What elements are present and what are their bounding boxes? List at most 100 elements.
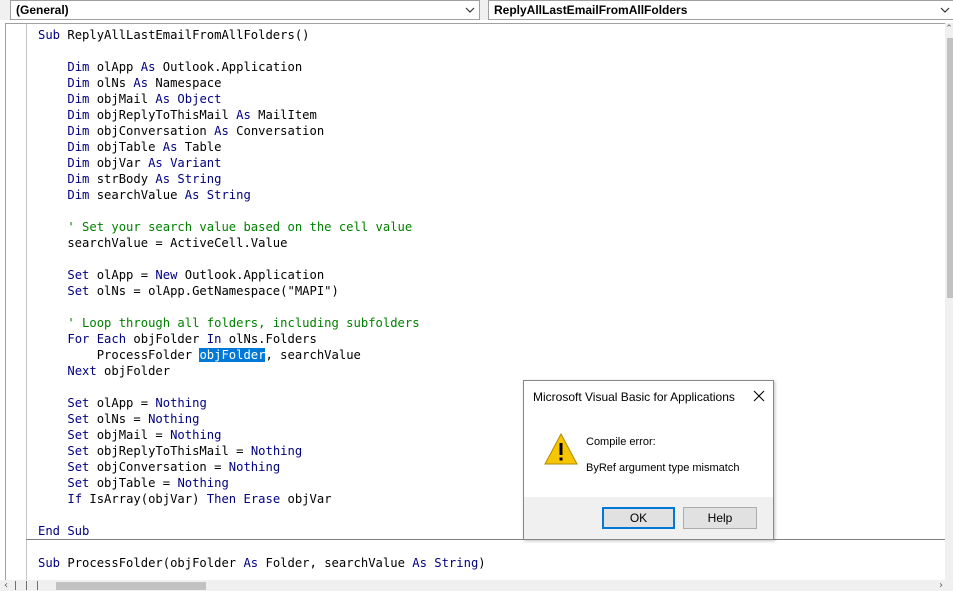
procedure-toolbar: (General) ReplyAllLastEmailFromAllFolder… bbox=[0, 0, 953, 20]
code-line[interactable]: ProcessFolder objFolder, searchValue bbox=[38, 347, 486, 363]
code-line[interactable]: Next objFolder bbox=[38, 363, 486, 379]
code-line[interactable]: Dim objConversation As Conversation bbox=[38, 123, 486, 139]
horizontal-scrollbar[interactable]: ‹ › bbox=[0, 580, 953, 591]
code-token: Set bbox=[67, 412, 90, 426]
code-line[interactable]: End Sub bbox=[38, 523, 486, 539]
code-line[interactable]: Dim objVar As Variant bbox=[38, 155, 486, 171]
code-line[interactable] bbox=[38, 507, 486, 523]
scroll-up-icon[interactable]: ⌃ bbox=[945, 24, 953, 34]
code-line[interactable]: ' Set your search value based on the cel… bbox=[38, 219, 486, 235]
code-line[interactable] bbox=[38, 43, 486, 59]
code-line[interactable]: Dim objMail As Object bbox=[38, 91, 486, 107]
code-token: objConversation bbox=[89, 124, 215, 138]
code-line[interactable]: Dim objTable As Table bbox=[38, 139, 486, 155]
vertical-scrollbar[interactable]: ⌃ bbox=[945, 23, 953, 580]
code-line[interactable] bbox=[38, 203, 486, 219]
code-line[interactable]: For Each objFolder In olNs.Folders bbox=[38, 331, 486, 347]
code-token: Set bbox=[67, 428, 90, 442]
code-line[interactable]: Sub ReplyAllLastEmailFromAllFolders() bbox=[38, 27, 486, 43]
code-line[interactable]: Dim olNs As Namespace bbox=[38, 75, 486, 91]
code-line[interactable]: If IsArray(objVar) Then Erase objVar bbox=[38, 491, 486, 507]
scroll-right-icon[interactable]: › bbox=[939, 580, 943, 591]
code-text[interactable]: Sub ReplyAllLastEmailFromAllFolders() Di… bbox=[38, 27, 486, 571]
code-line[interactable]: Set olApp = New Outlook.Application bbox=[38, 267, 486, 283]
code-token: For Each bbox=[67, 332, 127, 346]
code-line[interactable]: Dim objReplyToThisMail As MailItem bbox=[38, 107, 486, 123]
code-token: objFolder bbox=[96, 364, 171, 378]
code-line[interactable]: Dim olApp As Outlook.Application bbox=[38, 59, 486, 75]
code-editor[interactable]: Sub ReplyAllLastEmailFromAllFolders() Di… bbox=[5, 23, 946, 581]
compile-error-dialog: Microsoft Visual Basic for Applications … bbox=[523, 380, 774, 540]
help-button[interactable]: Help bbox=[683, 507, 757, 529]
code-line[interactable]: Dim strBody As String bbox=[38, 171, 486, 187]
code-token: Dim bbox=[67, 124, 90, 138]
scroll-left-icon[interactable]: ‹ bbox=[4, 580, 8, 591]
procedure-view-icon[interactable] bbox=[15, 581, 24, 590]
code-token: ) bbox=[478, 556, 486, 570]
chevron-down-icon[interactable] bbox=[939, 3, 951, 17]
code-token: As bbox=[140, 60, 156, 74]
code-token: Sub bbox=[38, 28, 68, 42]
code-line[interactable]: Dim searchValue As String bbox=[38, 187, 486, 203]
ok-button[interactable]: OK bbox=[602, 507, 675, 529]
code-token: objTable bbox=[89, 140, 163, 154]
margin-indicator-bar[interactable] bbox=[6, 24, 27, 581]
error-message: ByRef argument type mismatch bbox=[586, 462, 740, 474]
code-token: As bbox=[236, 108, 251, 122]
code-token: Conversation bbox=[228, 124, 325, 138]
code-token: ' Loop through all folders, including su… bbox=[67, 316, 420, 330]
code-token: As String bbox=[184, 188, 251, 202]
code-token: , searchValue bbox=[265, 348, 361, 362]
full-module-view-icon[interactable] bbox=[26, 581, 38, 590]
procedure-combo-value: ReplyAllLastEmailFromAllFolders bbox=[494, 3, 688, 17]
code-line[interactable] bbox=[38, 379, 486, 395]
code-token: Nothing bbox=[155, 396, 207, 410]
code-line[interactable]: Set objTable = Nothing bbox=[38, 475, 486, 491]
code-token: Sub bbox=[38, 556, 68, 570]
code-line[interactable]: Set objMail = Nothing bbox=[38, 427, 486, 443]
code-token: As Variant bbox=[148, 156, 222, 170]
code-token: Outlook.Application bbox=[177, 268, 325, 282]
dialog-title: Microsoft Visual Basic for Applications bbox=[533, 390, 735, 404]
close-icon[interactable] bbox=[752, 389, 766, 403]
vertical-scroll-thumb[interactable] bbox=[947, 38, 953, 298]
object-combo[interactable]: (General) bbox=[10, 0, 480, 20]
code-line[interactable]: Set olNs = Nothing bbox=[38, 411, 486, 427]
code-token: Set bbox=[67, 396, 90, 410]
code-token: Outlook.Application bbox=[155, 60, 303, 74]
chevron-down-icon[interactable] bbox=[464, 3, 476, 17]
code-line[interactable] bbox=[38, 539, 486, 555]
procedure-combo[interactable]: ReplyAllLastEmailFromAllFolders bbox=[488, 0, 953, 20]
code-line[interactable]: Sub ProcessFolder(objFolder As Folder, s… bbox=[38, 555, 486, 571]
dialog-button-area: OK Help bbox=[524, 497, 773, 539]
code-line[interactable]: Set objReplyToThisMail = Nothing bbox=[38, 443, 486, 459]
code-line[interactable] bbox=[38, 299, 486, 315]
code-line[interactable]: Set olApp = Nothing bbox=[38, 395, 486, 411]
horizontal-scroll-thumb[interactable] bbox=[56, 582, 206, 590]
procedure-separator bbox=[26, 539, 946, 540]
code-token: Dim bbox=[67, 76, 90, 90]
code-line[interactable]: Set objConversation = Nothing bbox=[38, 459, 486, 475]
code-token: Nothing bbox=[228, 460, 281, 474]
code-token: Dim bbox=[67, 60, 90, 74]
code-token: As bbox=[133, 76, 149, 90]
code-token: Dim bbox=[67, 156, 90, 170]
code-line[interactable]: ' Loop through all folders, including su… bbox=[38, 315, 486, 331]
code-line[interactable]: Set olNs = olApp.GetNamespace("MAPI") bbox=[38, 283, 486, 299]
code-token: Set bbox=[67, 284, 90, 298]
code-token: searchValue = ActiveCell.Value bbox=[38, 236, 288, 250]
code-line[interactable]: searchValue = ActiveCell.Value bbox=[38, 235, 486, 251]
code-token: Dim bbox=[67, 140, 90, 154]
selected-text: objFolder bbox=[199, 348, 266, 362]
code-line[interactable] bbox=[38, 251, 486, 267]
